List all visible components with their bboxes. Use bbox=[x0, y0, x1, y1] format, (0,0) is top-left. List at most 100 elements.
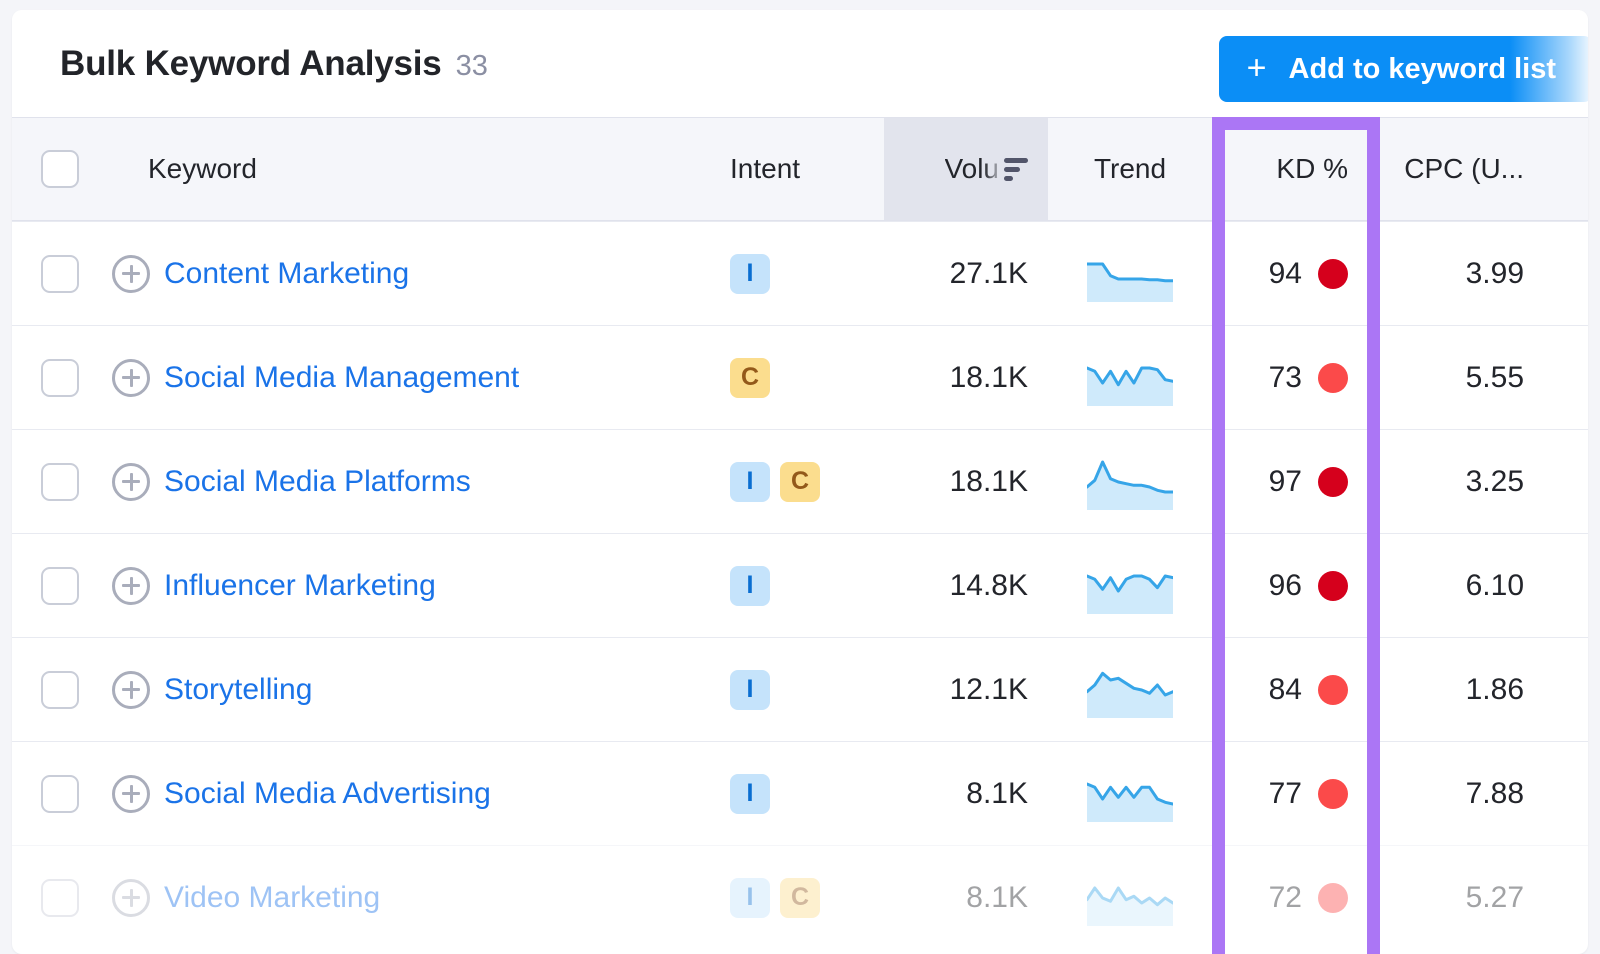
row-checkbox[interactable] bbox=[41, 254, 79, 293]
volume-value: 8.1K bbox=[966, 880, 1028, 914]
row-checkbox[interactable] bbox=[41, 358, 79, 397]
keyword-table: Keyword Intent Volu Trend KD % CPC (U...… bbox=[12, 117, 1588, 949]
kd-value: 97 bbox=[1268, 464, 1302, 498]
row-checkbox[interactable] bbox=[41, 878, 79, 917]
table-row[interactable]: Influencer Marketing I 14.8K 96 6.10 bbox=[12, 533, 1588, 637]
row-select-cell bbox=[12, 462, 108, 501]
kd-difficulty-dot bbox=[1318, 778, 1348, 809]
intent-badge-i[interactable]: I bbox=[730, 565, 770, 606]
column-header-cpc[interactable]: CPC (U... bbox=[1380, 153, 1588, 185]
cpc-cell: 1.86 bbox=[1380, 673, 1588, 707]
intent-badge-c[interactable]: C bbox=[780, 461, 820, 502]
volume-value: 27.1K bbox=[949, 256, 1028, 290]
kd-difficulty-dot bbox=[1318, 466, 1348, 497]
cpc-value: 3.99 bbox=[1465, 256, 1524, 290]
cpc-cell: 5.27 bbox=[1380, 881, 1588, 915]
add-keyword-icon[interactable] bbox=[112, 774, 150, 813]
add-to-keyword-list-button[interactable]: + Add to keyword list bbox=[1218, 36, 1588, 102]
cpc-cell: 3.99 bbox=[1380, 257, 1588, 291]
volume-value: 12.1K bbox=[949, 672, 1028, 706]
kd-cell: 97 bbox=[1212, 465, 1380, 499]
row-checkbox[interactable] bbox=[41, 670, 79, 709]
keyword-count: 33 bbox=[455, 49, 488, 82]
volume-cell: 8.1K bbox=[884, 846, 1048, 949]
select-all-checkbox[interactable] bbox=[41, 150, 79, 188]
column-header-intent[interactable]: Intent bbox=[716, 153, 884, 185]
row-checkbox[interactable] bbox=[41, 774, 79, 813]
intent-badge-i[interactable]: I bbox=[730, 773, 770, 814]
keyword-cell: Social Media Management bbox=[108, 358, 716, 397]
volume-cell: 8.1K bbox=[884, 742, 1048, 845]
volume-value: 18.1K bbox=[949, 464, 1028, 498]
title-group: Bulk Keyword Analysis 33 bbox=[60, 44, 488, 84]
add-keyword-icon[interactable] bbox=[112, 254, 150, 293]
intent-badge-i[interactable]: I bbox=[730, 253, 770, 294]
keyword-link[interactable]: Content Marketing bbox=[164, 257, 409, 291]
trend-sparkline bbox=[1087, 662, 1173, 718]
trend-sparkline bbox=[1087, 246, 1173, 302]
keyword-link[interactable]: Social Media Management bbox=[164, 361, 519, 395]
volume-cell: 14.8K bbox=[884, 534, 1048, 637]
sort-descending-icon[interactable] bbox=[1004, 157, 1028, 181]
intent-badge-i[interactable]: I bbox=[730, 461, 770, 502]
volume-cell: 27.1K bbox=[884, 222, 1048, 325]
row-select-cell bbox=[12, 774, 108, 813]
intent-cell: IC bbox=[716, 461, 884, 502]
cpc-cell: 3.25 bbox=[1380, 465, 1588, 499]
keyword-link[interactable]: Social Media Platforms bbox=[164, 465, 471, 499]
row-checkbox[interactable] bbox=[41, 462, 79, 501]
table-header-row: Keyword Intent Volu Trend KD % CPC (U... bbox=[12, 117, 1588, 221]
table-row[interactable]: Video Marketing I C 8.1K 72 5.27 bbox=[12, 845, 1588, 949]
keyword-link[interactable]: Influencer Marketing bbox=[164, 569, 436, 603]
column-header-keyword[interactable]: Keyword bbox=[108, 153, 716, 185]
intent-badge-c[interactable]: C bbox=[780, 877, 820, 918]
row-select-cell bbox=[12, 878, 108, 917]
cpc-value: 5.55 bbox=[1465, 360, 1524, 394]
table-row[interactable]: Social Media Platforms I C 18.1K 97 3.25 bbox=[12, 429, 1588, 533]
select-all-cell bbox=[12, 150, 108, 188]
plus-icon: + bbox=[1246, 48, 1267, 87]
trend-sparkline bbox=[1087, 870, 1173, 926]
column-header-volume[interactable]: Volu bbox=[884, 118, 1048, 220]
add-keyword-icon[interactable] bbox=[112, 358, 150, 397]
keyword-link[interactable]: Video Marketing bbox=[164, 881, 380, 915]
page-title: Bulk Keyword Analysis bbox=[60, 43, 442, 83]
intent-cell: C bbox=[716, 357, 884, 398]
table-row[interactable]: Content Marketing I 27.1K 94 3.99 bbox=[12, 221, 1588, 325]
column-header-kd[interactable]: KD % bbox=[1212, 153, 1380, 185]
add-keyword-icon[interactable] bbox=[112, 878, 150, 917]
kd-cell: 96 bbox=[1212, 569, 1380, 603]
trend-cell bbox=[1048, 454, 1212, 510]
kd-difficulty-dot bbox=[1318, 882, 1348, 913]
intent-badge-c[interactable]: C bbox=[730, 357, 770, 398]
column-header-kd-label: KD % bbox=[1276, 153, 1348, 184]
add-keyword-icon[interactable] bbox=[112, 566, 150, 605]
trend-sparkline bbox=[1087, 350, 1173, 406]
cpc-value: 1.86 bbox=[1465, 672, 1524, 706]
table-row[interactable]: Social Media Management C 18.1K 73 5.55 bbox=[12, 325, 1588, 429]
column-header-cpc-label: CPC (U... bbox=[1404, 153, 1524, 184]
keyword-link[interactable]: Storytelling bbox=[164, 673, 312, 707]
intent-cell: I bbox=[716, 669, 884, 710]
intent-badge-i[interactable]: I bbox=[730, 877, 770, 918]
cpc-cell: 5.55 bbox=[1380, 361, 1588, 395]
intent-badge-i[interactable]: I bbox=[730, 669, 770, 710]
row-select-cell bbox=[12, 566, 108, 605]
table-row[interactable]: Social Media Advertising I 8.1K 77 7.88 bbox=[12, 741, 1588, 845]
kd-difficulty-dot bbox=[1318, 362, 1348, 393]
column-header-trend[interactable]: Trend bbox=[1048, 153, 1212, 185]
kd-cell: 84 bbox=[1212, 673, 1380, 707]
cpc-value: 6.10 bbox=[1465, 568, 1524, 602]
intent-cell: I bbox=[716, 253, 884, 294]
kd-difficulty-dot bbox=[1318, 674, 1348, 705]
row-checkbox[interactable] bbox=[41, 566, 79, 605]
page-root: Bulk Keyword Analysis 33 + Add to keywor… bbox=[0, 0, 1600, 954]
volume-cell: 18.1K bbox=[884, 326, 1048, 429]
table-row[interactable]: Storytelling I 12.1K 84 1.86 bbox=[12, 637, 1588, 741]
kd-value: 94 bbox=[1268, 256, 1302, 290]
add-keyword-icon[interactable] bbox=[112, 462, 150, 501]
add-keyword-icon[interactable] bbox=[112, 670, 150, 709]
kd-cell: 73 bbox=[1212, 361, 1380, 395]
keyword-link[interactable]: Social Media Advertising bbox=[164, 777, 491, 811]
trend-sparkline bbox=[1087, 766, 1173, 822]
